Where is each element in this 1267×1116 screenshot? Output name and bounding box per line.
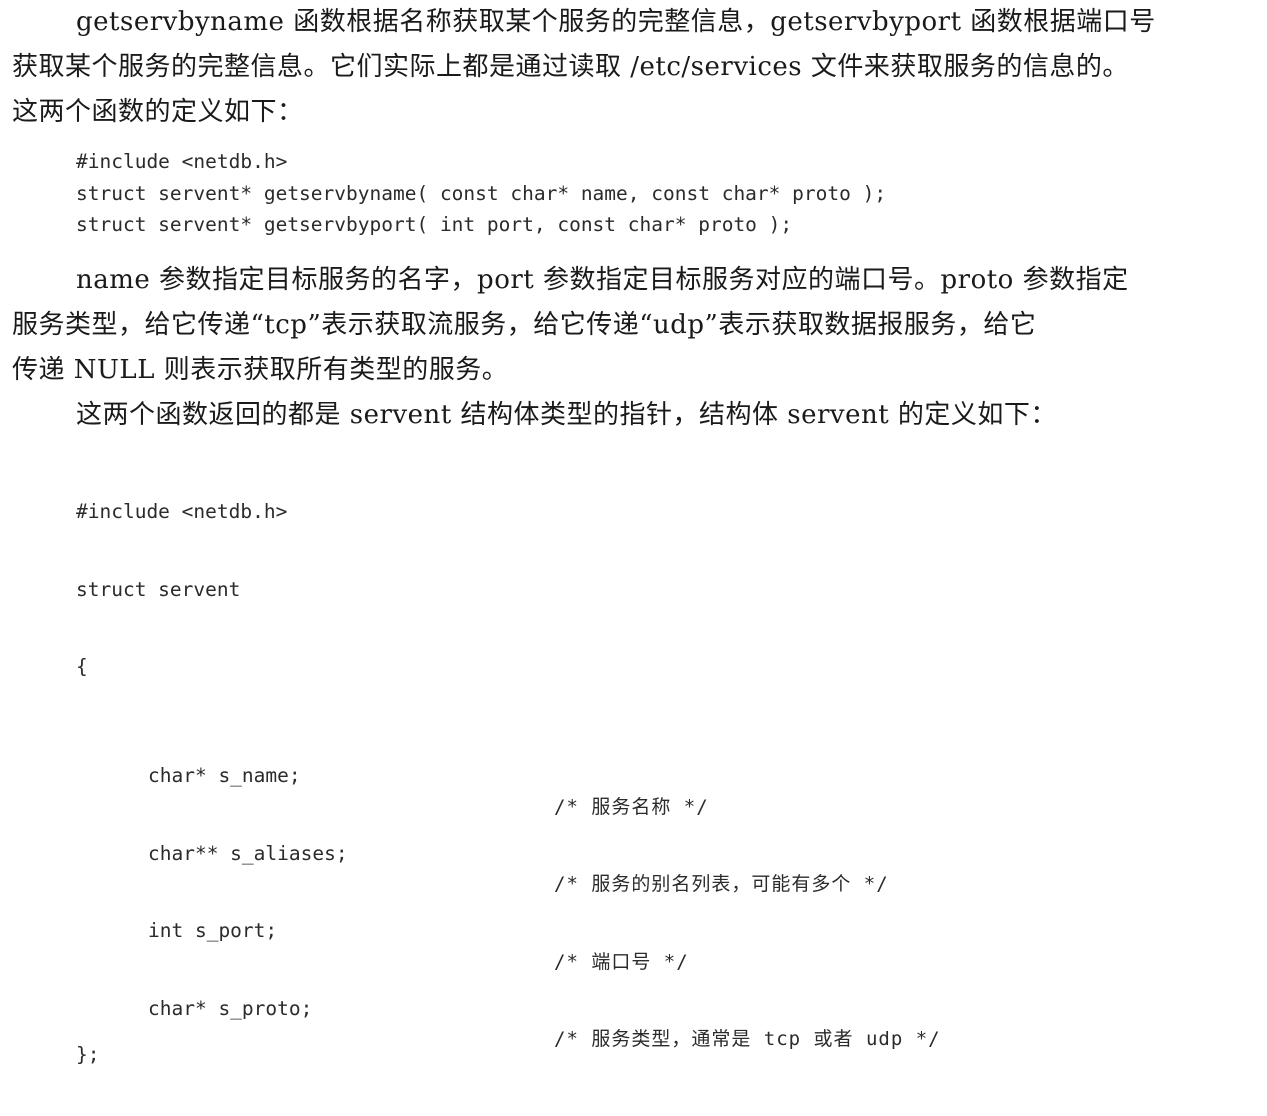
- code-block-servent-struct: #include <netdb.h> struct servent { char…: [76, 450, 940, 1116]
- code-block-function-prototypes: #include <netdb.h> struct servent* getser…: [76, 146, 886, 241]
- member-declaration: char* s_proto;: [148, 996, 313, 1020]
- code-line-getservbyport: struct servent* getservbyport( int port,…: [76, 213, 793, 236]
- member-comment: /* 服务的别名列表，可能有多个 */: [554, 873, 889, 895]
- document-page: getservbyname 函数根据名称获取某个服务的完整信息，getservb…: [0, 0, 1267, 1066]
- paragraph-getserv-intro: getservbyname 函数根据名称获取某个服务的完整信息，getservb…: [12, 0, 1242, 135]
- paragraph-parameters: name 参数指定目标服务的名字，port 参数指定目标服务对应的端口号。pro…: [12, 258, 1242, 393]
- member-declaration: char** s_aliases;: [148, 841, 348, 865]
- member-comment: /* 服务类型，通常是 tcp 或者 udp */: [554, 1028, 941, 1050]
- paragraph-line: getservbyname 函数根据名称获取某个服务的完整信息，getservb…: [76, 7, 1156, 37]
- code-line-include: #include <netdb.h>: [76, 150, 288, 173]
- code-line-open-brace: {: [76, 655, 88, 678]
- member-declaration: int s_port;: [148, 919, 278, 942]
- member-comment: /* 服务名称 */: [554, 795, 709, 818]
- paragraph-line: name 参数指定目标服务的名字，port 参数指定目标服务对应的端口号。pro…: [76, 265, 1129, 295]
- paragraph-servent-intro: 这两个函数返回的都是 servent 结构体类型的指针，结构体 servent …: [12, 393, 1242, 438]
- struct-member-s-port: int s_port; /* 端口号 */: [76, 884, 688, 973]
- code-line-include: #include <netdb.h>: [76, 500, 288, 523]
- paragraph-line: 传递 NULL 则表示获取所有类型的服务。: [12, 355, 509, 385]
- paragraph-line: 这两个函数返回的都是 servent 结构体类型的指针，结构体 servent …: [76, 400, 1057, 430]
- code-line-struct-decl: struct servent: [76, 577, 241, 601]
- code-line-getservbyname: struct servent* getservbyname( const cha…: [76, 181, 887, 205]
- struct-member-s-name: char* s_name; /* 服务名称 */: [76, 729, 708, 818]
- struct-member-s-proto: char* s_proto; /* 服务类型，通常是 tcp 或者 udp */: [76, 961, 940, 1051]
- member-declaration: char* s_name;: [148, 764, 301, 787]
- struct-member-s-aliases: char** s_aliases; /* 服务的别名列表，可能有多个 */: [76, 806, 888, 896]
- member-comment: /* 端口号 */: [554, 950, 689, 973]
- paragraph-line: 服务类型，给它传递“tcp”表示获取流服务，给它传递“udp”表示获取数据报服务…: [12, 310, 1037, 340]
- paragraph-line: 获取某个服务的完整信息。它们实际上都是通过读取 /etc/services 文件…: [12, 52, 1129, 82]
- paragraph-line: 这两个函数的定义如下：: [12, 97, 304, 127]
